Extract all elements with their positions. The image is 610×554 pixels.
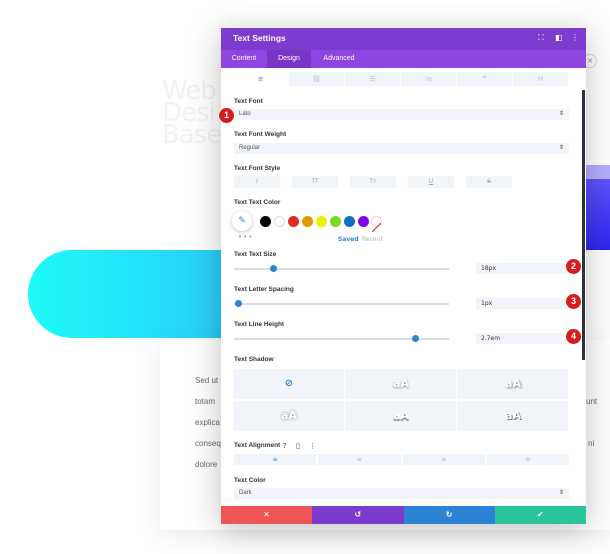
paragraph-line: dolore (195, 460, 218, 469)
letter-spacing-slider-handle[interactable] (235, 300, 243, 307)
cancel-button[interactable]: ✕ (221, 506, 313, 524)
color-swatch[interactable] (274, 216, 285, 227)
shadow-preset-5[interactable]: aA (458, 401, 568, 431)
align-center-icon[interactable]: ≡ (318, 454, 401, 465)
color-swatch[interactable] (330, 216, 341, 227)
text-font-select[interactable]: Lato ⇕ (234, 109, 569, 120)
text-text-size-label: Text Text Size (234, 251, 277, 258)
strikethrough-button[interactable]: S (466, 176, 512, 188)
text-letter-spacing-label: Text Letter Spacing (234, 286, 294, 293)
color-swatch[interactable] (316, 216, 327, 227)
uppercase-button[interactable]: TT (292, 176, 338, 188)
shadow-preset-1[interactable]: aA (346, 369, 456, 399)
paragraph-line: Sed ut (195, 376, 219, 385)
text-line-height-label: Text Line Height (234, 321, 285, 328)
more-options-icon[interactable]: ⋮ (309, 442, 316, 450)
undo-button[interactable]: ↺ (312, 506, 404, 524)
align-left-icon[interactable]: ≡ (234, 454, 317, 465)
color-swatch[interactable] (260, 216, 271, 227)
color-swatch[interactable] (358, 216, 369, 227)
paragraph-fragment: unt (586, 397, 598, 406)
no-shadow-icon[interactable]: ⊘ (234, 369, 344, 399)
line-height-input[interactable]: 2.7em (476, 333, 569, 344)
letter-spacing-slider[interactable] (234, 303, 449, 305)
modal-footer: ✕ ↺ ↻ ✔ (221, 506, 586, 524)
text-color-select[interactable]: Dark ⇕ (234, 488, 569, 499)
text-color-label: Text Color (234, 477, 266, 484)
text-font-weight-value: Regular (239, 145, 261, 151)
text-settings-modal: Text Settings ⛶ ◧ ⋮ Content Design Advan… (221, 28, 586, 524)
more-colors-icon[interactable]: ••• (238, 233, 253, 241)
text-font-weight-select[interactable]: Regular ⇕ (234, 143, 569, 154)
text-font-value: Lato (239, 111, 251, 117)
text-alignment-label: Text Alignment (234, 442, 281, 449)
redo-button[interactable]: ↻ (403, 506, 495, 524)
color-swatch[interactable] (344, 216, 355, 227)
text-color-value: Dark (239, 490, 252, 496)
recent-colors-tab[interactable]: Recent (362, 236, 383, 243)
shadow-preset-3[interactable]: aA (234, 401, 344, 431)
text-shadow-presets: ⊘ aA aA aA aA aA (234, 369, 569, 431)
text-font-style-label: Text Font Style (234, 165, 281, 172)
shadow-preset-4[interactable]: aA (346, 401, 456, 431)
eyedropper-icon[interactable]: ✎ (232, 211, 252, 231)
annotation-badge: 3 (565, 293, 582, 310)
no-color-swatch[interactable] (371, 216, 382, 233)
capitalize-button[interactable]: Tт (350, 176, 396, 188)
text-font-label: Text Font (234, 98, 263, 105)
annotation-badge: 4 (565, 328, 582, 345)
text-size-input[interactable]: 18px (476, 263, 569, 274)
align-right-icon[interactable]: ≡ (402, 454, 485, 465)
no-color-icon (371, 222, 382, 233)
underline-button[interactable]: U (408, 176, 454, 188)
text-shadow-label: Text Shadow (234, 356, 274, 363)
save-button[interactable]: ✔ (494, 506, 586, 524)
paragraph-line: conseq (195, 439, 221, 448)
paragraph-line: totam (195, 397, 216, 406)
align-justify-icon[interactable]: ≡ (486, 454, 569, 465)
text-alignment-buttons: ≡ ≡ ≡ ≡ (234, 454, 569, 465)
shadow-preset-2[interactable]: aA (458, 369, 568, 399)
annotation-badge: 1 (218, 107, 235, 124)
line-height-slider-handle[interactable] (411, 335, 419, 342)
select-arrows-icon: ⇕ (558, 111, 564, 117)
paragraph-fragment: ni (588, 439, 595, 448)
saved-colors-tab[interactable]: Saved (338, 236, 359, 243)
select-arrows-icon: ⇕ (558, 490, 564, 496)
text-size-slider-handle[interactable] (269, 265, 277, 272)
letter-spacing-input[interactable]: 1px (476, 298, 569, 309)
select-arrows-icon: ⇕ (558, 145, 564, 151)
text-font-weight-label: Text Font Weight (234, 131, 287, 138)
device-icon[interactable]: ▯ (296, 442, 300, 450)
color-swatch[interactable] (302, 216, 313, 227)
help-icon[interactable]: ? (283, 442, 287, 450)
annotation-badge: 2 (565, 258, 582, 275)
color-swatch[interactable] (288, 216, 299, 227)
italic-button[interactable]: I (234, 176, 280, 188)
modal-content: Text Font Lato ⇕ Text Font Weight Regula… (221, 28, 586, 524)
blue-block-highlight (584, 165, 610, 179)
text-text-color-label: Text Text Color (234, 199, 281, 206)
text-size-slider[interactable] (234, 268, 449, 270)
paragraph-line: explica (195, 418, 220, 427)
